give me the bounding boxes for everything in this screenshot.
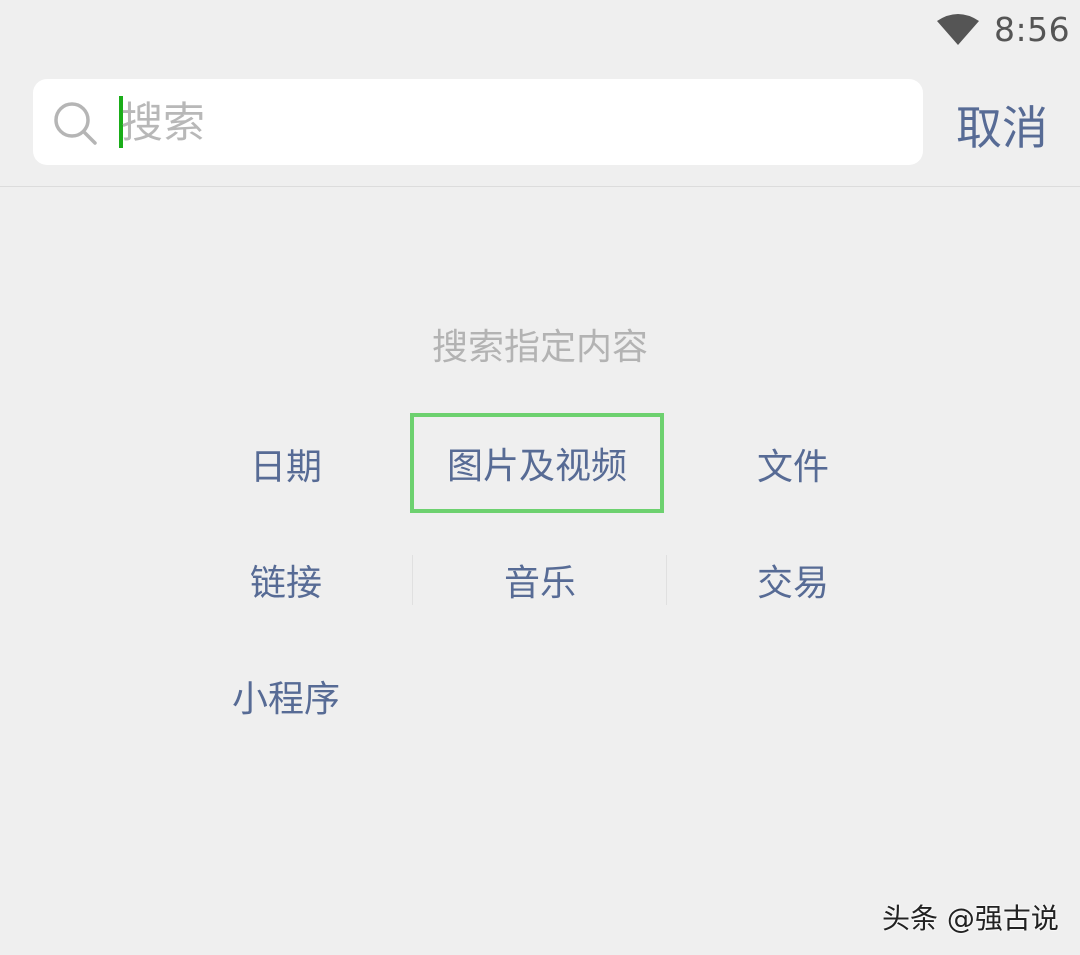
status-bar: 8:56 [0, 0, 1080, 60]
status-time: 8:56 [994, 10, 1071, 49]
watermark: 头条 @强古说 [882, 902, 1059, 935]
search-box[interactable] [33, 79, 923, 165]
header-divider [0, 186, 1080, 187]
search-input[interactable] [121, 89, 901, 155]
category-mini-programs[interactable]: 小程序 [159, 646, 413, 746]
category-transactions[interactable]: 交易 [666, 530, 920, 630]
category-files[interactable]: 文件 [666, 414, 920, 514]
search-icon [54, 102, 97, 145]
category-date[interactable]: 日期 [159, 414, 413, 514]
category-music[interactable]: 音乐 [413, 530, 667, 630]
wifi-icon [937, 14, 979, 45]
category-links[interactable]: 链接 [159, 530, 413, 630]
cancel-button[interactable]: 取消 [956, 92, 1048, 158]
category-images-videos[interactable]: 图片及视频 [410, 413, 664, 513]
section-title: 搜索指定内容 [431, 327, 648, 368]
search-screen: 8:56 取消 搜索指定内容 日期 图片及视频 文件 链接 音乐 交易 小程序 … [0, 0, 1080, 955]
